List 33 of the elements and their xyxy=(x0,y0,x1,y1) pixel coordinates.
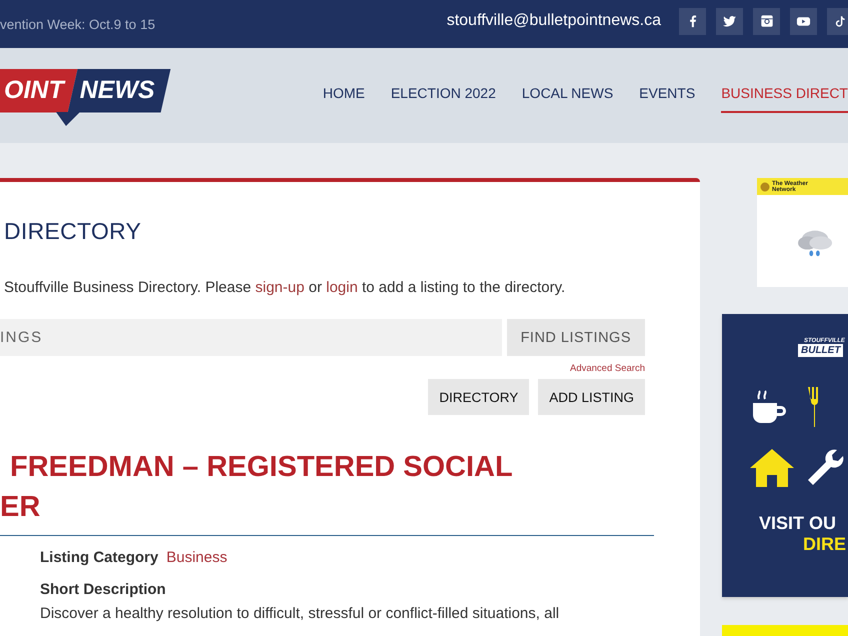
social-button[interactable] xyxy=(716,8,743,34)
search-field[interactable]: INGS xyxy=(0,319,502,356)
nav-link[interactable]: LOCAL NEWS xyxy=(522,78,614,112)
short-description-label: Short Description xyxy=(40,581,166,598)
email-link[interactable]: stouffville@bulletpointnews.ca xyxy=(446,12,661,30)
ad-brand-text: BULLET xyxy=(798,344,844,357)
nav-link[interactable]: HOME xyxy=(322,78,365,112)
description-text: Discover a healthy resolution to difficult, stressful or conflict-filled situations, all xyxy=(40,605,560,622)
site-logo[interactable]: OINT NEWS xyxy=(0,68,171,126)
add-listing-button[interactable]: ADD LISTING xyxy=(538,379,645,415)
announcement-text: vention Week: Oct.9 to 15 xyxy=(0,16,156,32)
directory-button[interactable]: DIRECTORY xyxy=(428,379,530,415)
category-label: Listing Category xyxy=(40,549,158,566)
ad-subheadline: DIRE xyxy=(803,534,846,555)
find-listings-button[interactable]: FIND LISTINGS xyxy=(506,319,645,356)
sign-up-link[interactable]: sign-up xyxy=(255,279,304,296)
bird-icon xyxy=(722,14,737,28)
social-button[interactable] xyxy=(753,8,780,34)
ad-headline: VISIT OU xyxy=(759,513,836,534)
social-button[interactable] xyxy=(790,8,817,34)
listing-title: FREEDMAN – REGISTERED SOCIAL ER xyxy=(0,450,514,525)
intro-text: Stouffville Business Directory. Please sign-up or login to add a listing to the directory. xyxy=(4,279,566,296)
nav-link[interactable]: ELECTION 2022 xyxy=(390,78,496,112)
camera-icon xyxy=(760,14,774,28)
category-link[interactable]: Business xyxy=(166,549,228,566)
social-button[interactable] xyxy=(679,8,706,34)
nav-link[interactable]: BUSINESS DIRECT xyxy=(721,78,848,112)
music-note-icon xyxy=(834,14,847,28)
advanced-search-link[interactable]: Advanced Search xyxy=(570,363,645,374)
nav-link[interactable]: EVENTS xyxy=(639,78,696,112)
login-link[interactable]: login xyxy=(326,279,358,296)
page-title: DIRECTORY xyxy=(4,218,142,245)
social-button[interactable] xyxy=(827,8,848,34)
